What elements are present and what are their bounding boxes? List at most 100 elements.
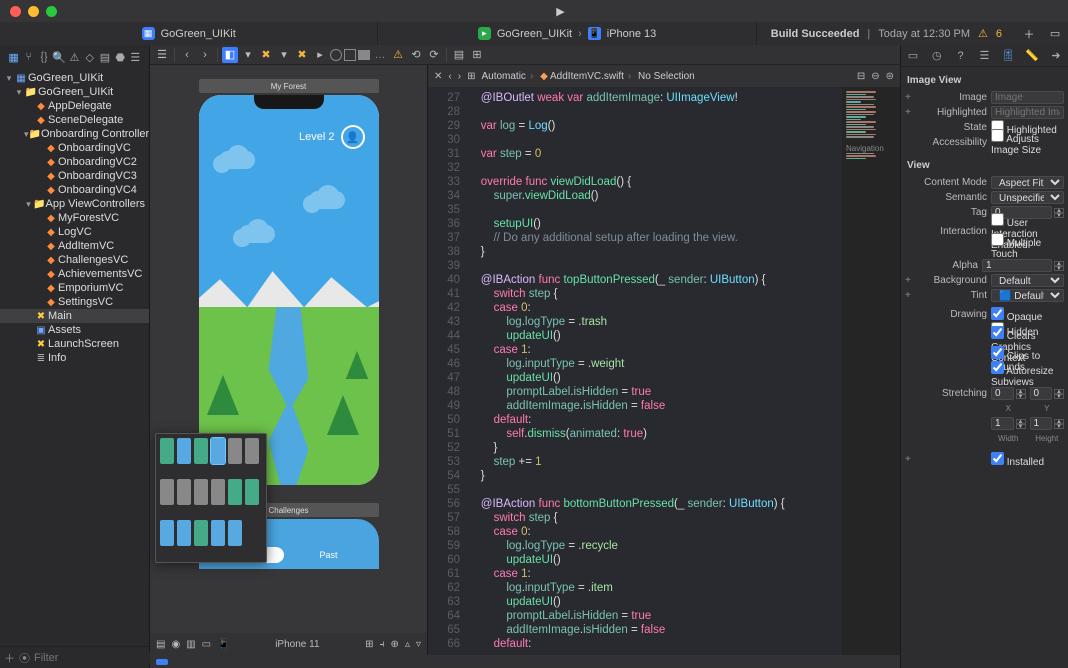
arrows-icon[interactable]: ⟲ (408, 47, 424, 63)
tree-file[interactable]: ◆MyForestVC (0, 211, 149, 225)
device-icon[interactable]: 📱 (217, 639, 229, 650)
add-file-icon[interactable]: ＋ (4, 650, 15, 666)
tree-file[interactable]: SceneDelegate (48, 114, 123, 126)
resolve-icon[interactable]: ▵ (405, 639, 410, 650)
size-insp-icon[interactable]: 📏 (1025, 49, 1039, 63)
stretch-h[interactable] (1030, 417, 1053, 430)
tree-file[interactable]: ◆ChallengesVC (0, 253, 149, 267)
jumpbar-crumb[interactable]: Automatic› ◆ AddItemVC.swift› No Selecti… (481, 71, 694, 82)
tint-select[interactable]: 🟦 Default (991, 289, 1064, 302)
installed-checkbox[interactable] (991, 452, 1004, 465)
device-preview[interactable]: Level 2 👤 (199, 95, 379, 485)
warn-icon[interactable]: ⚠ (390, 47, 406, 63)
close-pane-icon[interactable]: ✕ (434, 71, 442, 82)
constraint2-icon[interactable]: ▾ (276, 47, 292, 63)
mt-checkbox[interactable] (991, 233, 1004, 246)
library-icon[interactable]: ▤ (451, 47, 467, 63)
add-tab-button[interactable]: ＋ (1016, 22, 1042, 45)
uie-checkbox[interactable] (991, 213, 1004, 226)
dot-icon[interactable]: … (372, 47, 388, 63)
panel-toggle-icon[interactable]: ▭ (1042, 22, 1068, 45)
trait-icon[interactable]: ▭ (202, 639, 211, 650)
tree-file-selected[interactable]: Main (48, 310, 72, 322)
tree-file[interactable]: ◆AchievementsVC (0, 267, 149, 281)
tree-file[interactable]: Assets (48, 324, 81, 336)
build-status[interactable]: Build Succeeded | Today at 12:30 PM ⚠6 (757, 22, 1016, 45)
symbol-nav-icon[interactable]: ｛｝ (38, 51, 50, 63)
outline-toggle-icon[interactable]: ☰ (154, 47, 170, 63)
options-icon[interactable]: ⊜ (886, 71, 894, 82)
stretch-x[interactable] (991, 387, 1014, 400)
tree-group[interactable]: Onboarding Controllers (41, 128, 149, 140)
jb-back-icon[interactable]: ‹ (448, 71, 451, 82)
issue-nav-icon[interactable]: ⚠ (68, 51, 80, 63)
tree-file[interactable]: AppDelegate (48, 100, 112, 112)
project-tree[interactable]: ▾▦GoGreen_UIKit ▾📁GoGreen_UIKit ◆AppDele… (0, 69, 149, 646)
device-label[interactable]: iPhone 11 (275, 639, 319, 650)
code-editor[interactable]: 2728293031323334353637383940414243444546… (428, 87, 900, 655)
code-minimap[interactable]: Navigation (842, 87, 900, 655)
align-icon[interactable]: ⫞ (380, 639, 385, 650)
nav-forward-icon[interactable]: › (197, 47, 213, 63)
scheme-tab[interactable]: ▦ GoGreen_UIKit (0, 22, 378, 45)
connections-insp-icon[interactable]: ➜ (1049, 49, 1063, 63)
tree-file[interactable]: ◆OnboardingVC2 (0, 155, 149, 169)
attributes-insp-icon[interactable]: 🎚 (1001, 49, 1015, 63)
code-text[interactable]: @IBOutlet weak var addItemImage: UIImage… (468, 87, 842, 655)
highlighted-field[interactable] (991, 106, 1064, 119)
autoresize-checkbox[interactable] (991, 361, 1004, 374)
image-field[interactable] (991, 91, 1064, 104)
tree-file[interactable]: ◆OnboardingVC4 (0, 183, 149, 197)
tree-file[interactable]: LaunchScreen (48, 338, 119, 350)
view-icon[interactable]: ▾ (240, 47, 256, 63)
tree-file[interactable]: ◆EmporiumVC (0, 281, 149, 295)
breakpoint-nav-icon[interactable]: ⬣ (114, 51, 126, 63)
find-nav-icon[interactable]: 🔍 (53, 51, 65, 63)
clears-checkbox[interactable] (991, 326, 1004, 339)
access-checkbox[interactable] (991, 129, 1004, 142)
window-traffic-lights[interactable] (10, 6, 57, 17)
label-icon[interactable]: ▸ (312, 47, 328, 63)
adjust-icon[interactable]: ◉ (171, 639, 180, 650)
semantic-select[interactable]: Unspecified (991, 191, 1064, 204)
debug-indicator[interactable] (156, 659, 168, 665)
assistant-icon[interactable]: ⊞ (469, 47, 485, 63)
alpha-field[interactable] (982, 259, 1052, 272)
constraint3-icon[interactable]: ✖ (294, 47, 310, 63)
split-icon[interactable]: ⊟ (857, 71, 865, 82)
report-nav-icon[interactable]: ☰ (129, 51, 141, 63)
embed2-icon[interactable]: ▿ (416, 639, 421, 650)
scene-icon[interactable]: ◧ (222, 47, 238, 63)
run-button[interactable]: ▶ (556, 5, 564, 18)
related-icon[interactable]: ⊞ (467, 71, 475, 82)
arrows2-icon[interactable]: ⟳ (426, 47, 442, 63)
minimize-window-icon[interactable] (28, 6, 39, 17)
nav-back-icon[interactable]: ‹ (179, 47, 195, 63)
tree-file[interactable]: ◆OnboardingVC (0, 141, 149, 155)
identity-insp-icon[interactable]: ☰ (977, 49, 991, 63)
close-window-icon[interactable] (10, 6, 21, 17)
stretch-w[interactable] (991, 417, 1014, 430)
tree-group[interactable]: GoGreen_UIKit (38, 86, 113, 98)
circ-icon[interactable] (330, 49, 342, 61)
pin-icon[interactable]: ⊕ (391, 639, 399, 650)
stretch-y[interactable] (1030, 387, 1053, 400)
test-nav-icon[interactable]: ◇ (84, 51, 96, 63)
debug-nav-icon[interactable]: ▤ (99, 51, 111, 63)
jb-fwd-icon[interactable]: › (458, 71, 461, 82)
run-destination[interactable]: ▸ GoGreen_UIKit › 📱 iPhone 13 (378, 22, 756, 45)
tree-file[interactable]: ◆OnboardingVC3 (0, 169, 149, 183)
line-gutter[interactable]: 2728293031323334353637383940414243444546… (428, 87, 468, 655)
contentmode-select[interactable]: Aspect Fit (991, 176, 1064, 189)
doc-outline-icon[interactable]: ▤ (156, 639, 165, 650)
opaque-checkbox[interactable] (991, 307, 1004, 320)
tree-file[interactable]: Info (48, 352, 66, 364)
history-insp-icon[interactable]: ◷ (930, 49, 944, 63)
tree-file[interactable]: ◆SettingsVC (0, 295, 149, 309)
help-insp-icon[interactable]: ? (954, 49, 968, 63)
clips-checkbox[interactable] (991, 346, 1004, 359)
rect-icon[interactable] (344, 49, 356, 61)
avatar-icon[interactable]: 👤 (341, 125, 365, 149)
embed-icon[interactable]: ⊞ (365, 639, 373, 650)
storyboard-minimap[interactable] (155, 433, 267, 563)
